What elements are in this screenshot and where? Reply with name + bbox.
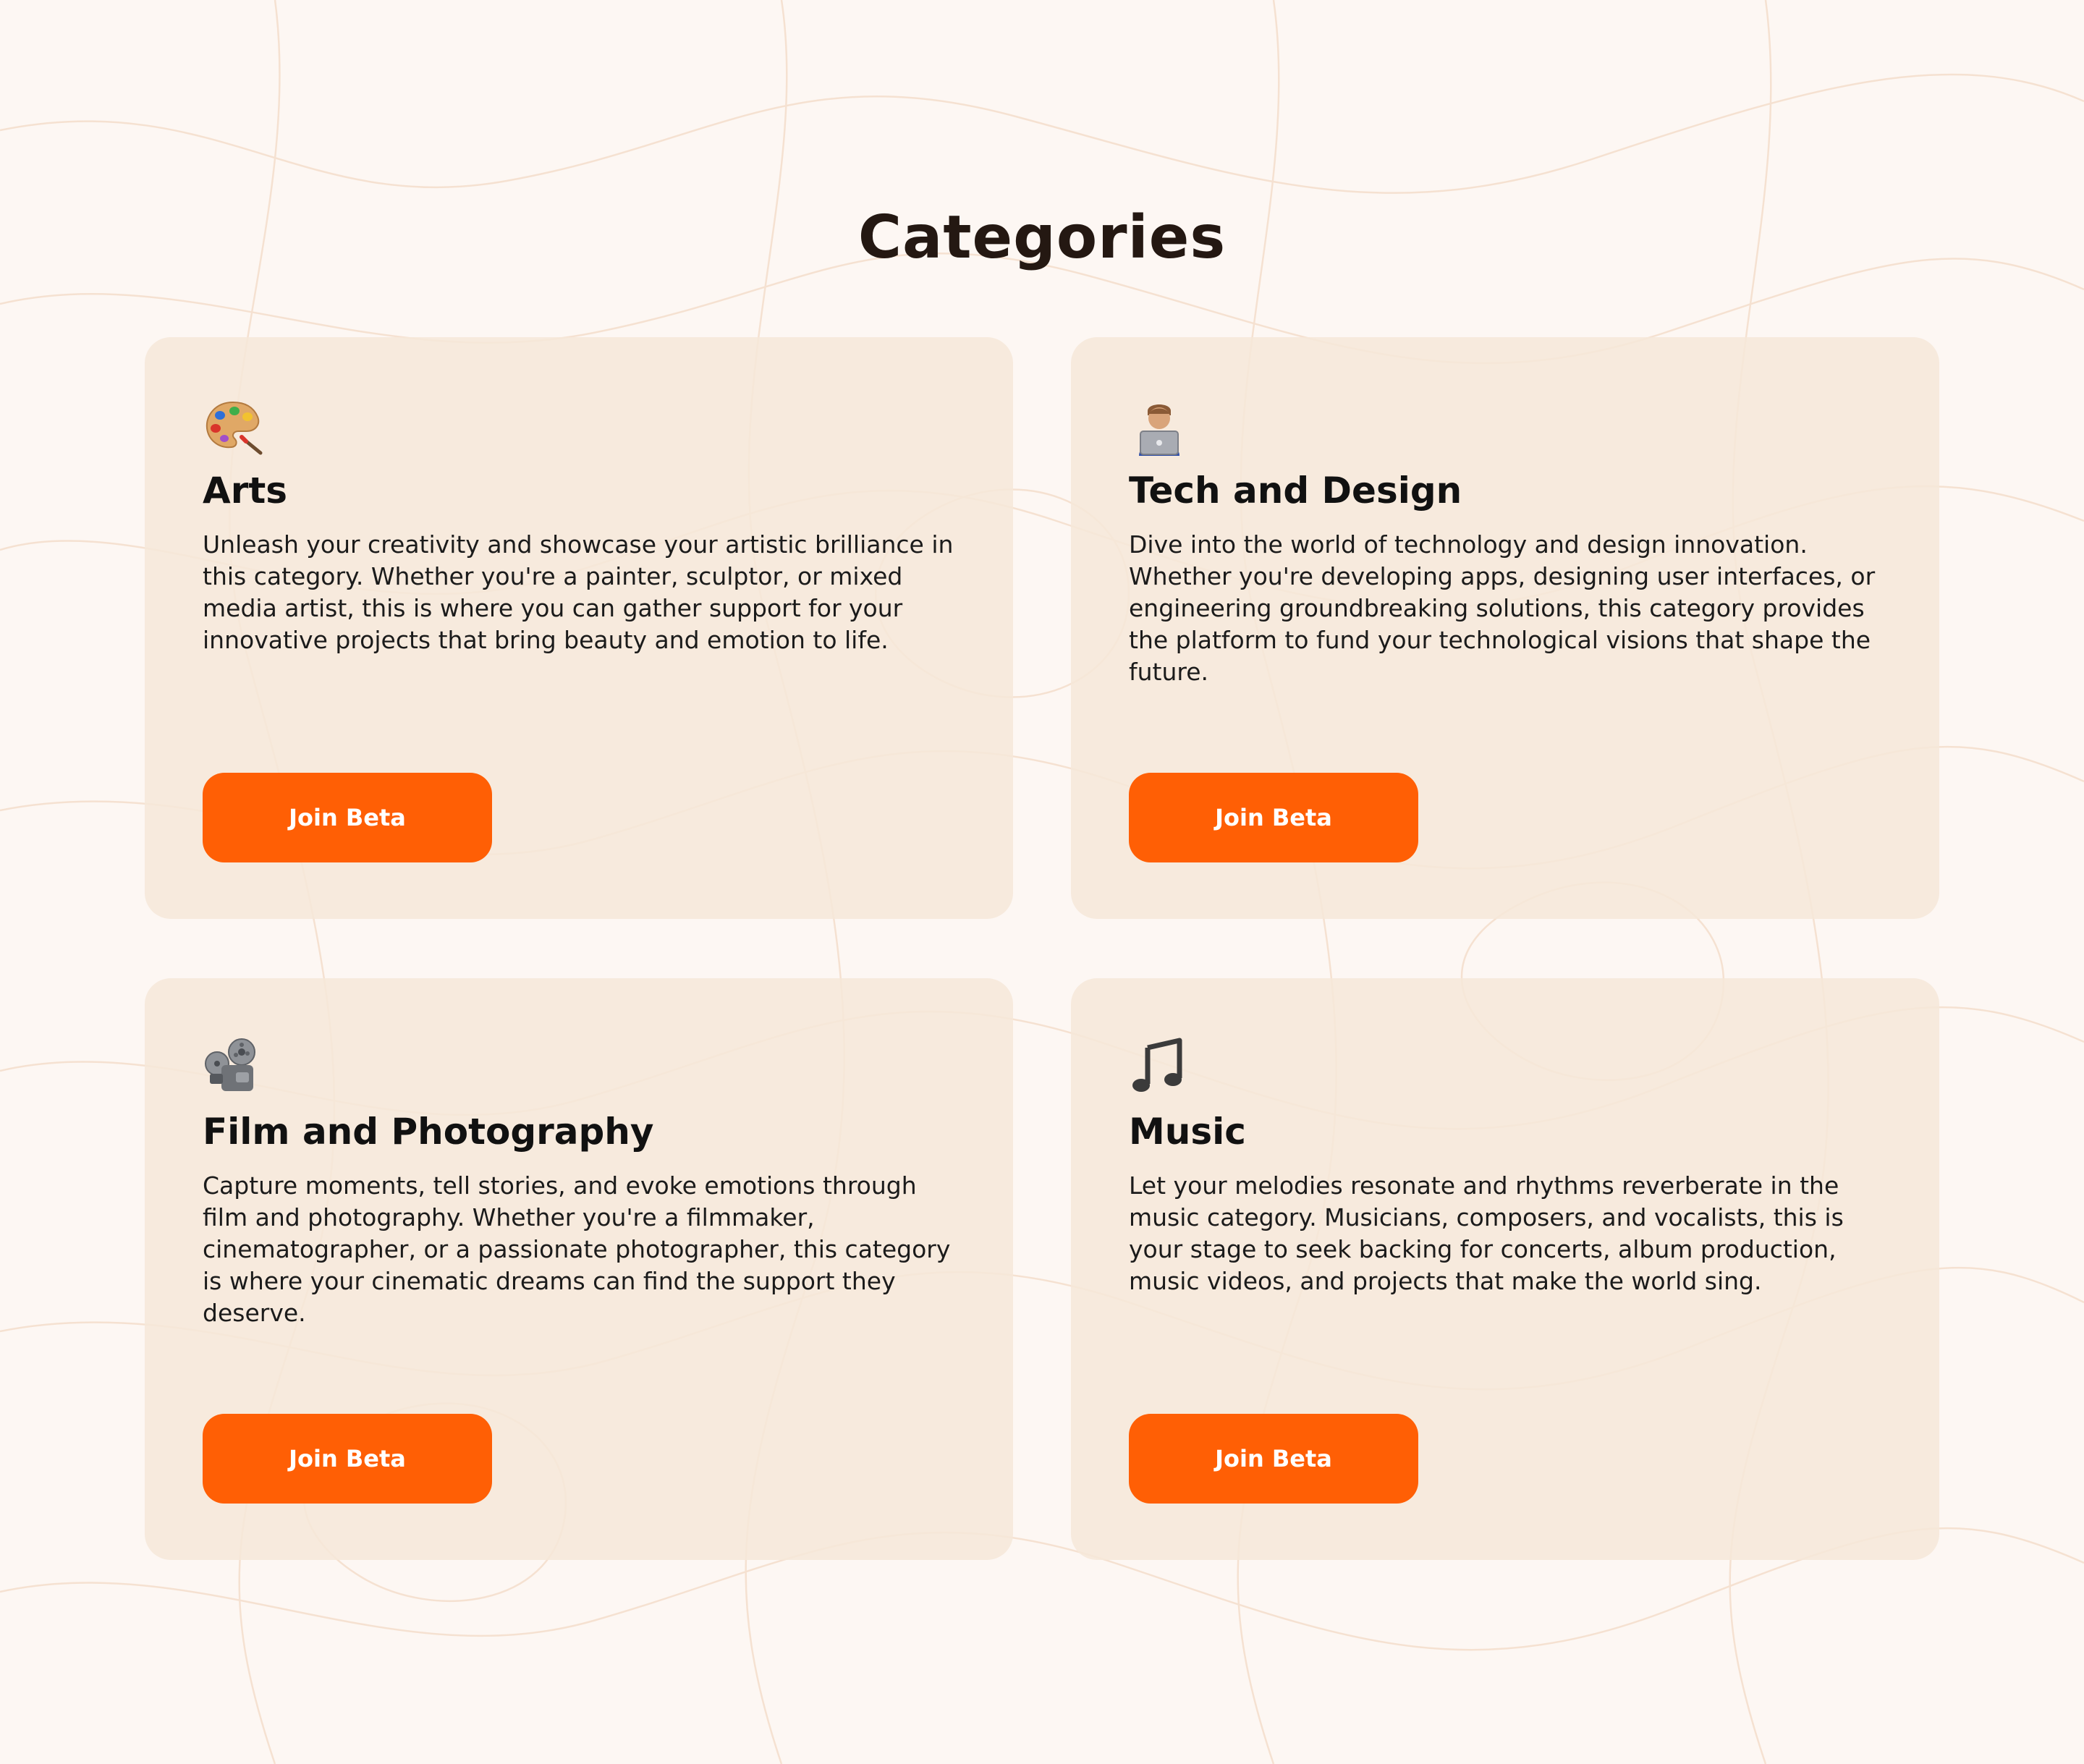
category-card-film-and-photography: Film and Photography Capture moments, te… (145, 978, 1013, 1560)
categories-section: Categories Arts Unleash your creativity … (0, 0, 2084, 1764)
category-description: Let your melodies resonate and rhythms r… (1129, 1171, 1844, 1295)
join-beta-button[interactable]: Join Beta (1129, 1414, 1418, 1504)
category-description: Dive into the world of technology and de… (1129, 530, 1876, 686)
join-beta-button[interactable]: Join Beta (203, 773, 492, 862)
category-card-tech-and-design: Tech and Design Dive into the world of t… (1071, 337, 1939, 919)
category-card-music: Music Let your melodies resonate and rhy… (1071, 978, 1939, 1560)
category-card-arts: Arts Unleash your creativity and showcas… (145, 337, 1013, 919)
category-title: Music (1129, 1111, 1246, 1153)
join-beta-button[interactable]: Join Beta (1129, 773, 1418, 862)
join-beta-button[interactable]: Join Beta (203, 1414, 492, 1504)
category-description: Unleash your creativity and showcase you… (203, 530, 954, 654)
category-title: Film and Photography (203, 1111, 654, 1153)
musical-note-icon (1129, 1036, 1190, 1097)
category-title: Arts (203, 470, 288, 512)
film-projector-icon (203, 1036, 263, 1097)
page-title: Categories (857, 203, 1227, 272)
category-description: Capture moments, tell stories, and evoke… (203, 1171, 951, 1327)
artist-palette-icon (203, 395, 263, 456)
technologist-icon (1129, 395, 1190, 456)
category-title: Tech and Design (1129, 470, 1462, 512)
